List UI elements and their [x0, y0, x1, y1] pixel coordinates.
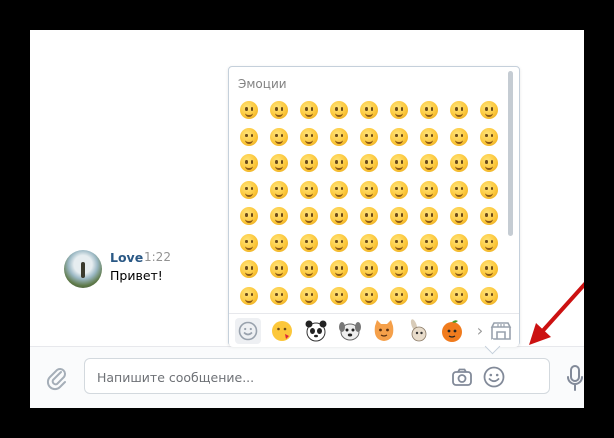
paperclip-icon[interactable]	[44, 365, 70, 391]
sticker-cat-icon[interactable]	[371, 318, 397, 344]
camera-icon[interactable]	[451, 366, 473, 388]
emoji-item[interactable]	[360, 101, 378, 119]
emoji-item[interactable]	[300, 207, 318, 225]
tab-emoji[interactable]	[235, 318, 261, 344]
emoji-item[interactable]	[390, 286, 408, 305]
emoji-item[interactable]	[330, 260, 348, 278]
sticker-store-icon[interactable]	[489, 320, 513, 342]
emoji-item[interactable]	[480, 101, 498, 119]
emoji-item[interactable]	[270, 260, 288, 278]
emoji-item[interactable]	[390, 154, 408, 172]
emoji-item[interactable]	[420, 127, 438, 146]
emoji-item[interactable]	[450, 260, 468, 278]
emoji-item[interactable]	[240, 207, 258, 225]
emoji-item[interactable]	[390, 101, 408, 119]
emoji-item[interactable]	[270, 233, 288, 252]
tabs-scroll-right-icon[interactable]: ›	[474, 318, 486, 344]
emoji-item[interactable]	[420, 154, 438, 172]
emoji-item[interactable]	[480, 260, 498, 278]
emoji-item[interactable]	[420, 101, 438, 119]
emoji-item[interactable]	[330, 207, 348, 225]
emoji-item[interactable]	[450, 207, 468, 225]
emoji-item[interactable]	[300, 154, 318, 172]
emoji-item[interactable]	[480, 127, 498, 146]
emoji-item[interactable]	[300, 286, 318, 305]
emoji-item[interactable]	[450, 286, 468, 305]
emoji-item[interactable]	[240, 233, 258, 252]
message-input-field[interactable]	[84, 358, 550, 395]
emoji-item[interactable]	[420, 180, 438, 199]
emoji-item[interactable]	[330, 127, 348, 146]
emoji-item[interactable]	[330, 154, 348, 172]
smile-outline-icon	[238, 321, 258, 341]
emoji-item[interactable]	[480, 154, 498, 172]
emoji-item[interactable]	[450, 101, 468, 119]
emoji-item[interactable]	[240, 286, 258, 305]
sticker-kiss-icon[interactable]	[269, 318, 295, 344]
emoji-item[interactable]	[360, 260, 378, 278]
emoji-item[interactable]	[300, 260, 318, 278]
emoji-item[interactable]	[360, 127, 378, 146]
emoji-item[interactable]	[450, 233, 468, 252]
emoji-item[interactable]	[360, 233, 378, 252]
emoji-item[interactable]	[270, 101, 288, 119]
emoji-item[interactable]	[390, 233, 408, 252]
emoji-item[interactable]	[270, 127, 288, 146]
sticker-dog-icon[interactable]	[337, 318, 363, 344]
emoji-item[interactable]	[330, 233, 348, 252]
emoji-tabs: ›	[229, 313, 519, 347]
emoji-item[interactable]	[420, 260, 438, 278]
emoji-item[interactable]	[240, 260, 258, 278]
emoji-item[interactable]	[270, 286, 288, 305]
emoji-item[interactable]	[270, 180, 288, 199]
message-input[interactable]	[95, 359, 439, 395]
emoji-item[interactable]	[330, 180, 348, 199]
emoji-item[interactable]	[360, 154, 378, 172]
emoji-item[interactable]	[300, 180, 318, 199]
emoji-panel: Эмоции ›	[228, 66, 520, 347]
emoji-item[interactable]	[300, 101, 318, 119]
emoji-item[interactable]	[480, 286, 498, 305]
emoji-item[interactable]	[330, 286, 348, 305]
emoji-item[interactable]	[450, 127, 468, 146]
emoji-button-icon[interactable]	[482, 365, 506, 389]
emoji-item[interactable]	[330, 101, 348, 119]
emoji-item[interactable]	[480, 207, 498, 225]
emoji-item[interactable]	[390, 207, 408, 225]
emoji-item[interactable]	[240, 127, 258, 146]
message-time[interactable]: 1:22	[144, 250, 171, 264]
emoji-item[interactable]	[390, 127, 408, 146]
emoji-panel-title: Эмоции	[238, 77, 287, 91]
emoji-item[interactable]	[390, 260, 408, 278]
emoji-item[interactable]	[240, 154, 258, 172]
emoji-item[interactable]	[300, 233, 318, 252]
emoji-item[interactable]	[360, 207, 378, 225]
emoji-item[interactable]	[390, 180, 408, 199]
chat-window: Love 1:22 Привет! Эмоции	[30, 30, 584, 408]
sticker-rabbit-icon[interactable]	[405, 318, 431, 344]
emoji-item[interactable]	[420, 286, 438, 305]
scrollbar[interactable]	[508, 71, 513, 236]
emoji-item[interactable]	[480, 233, 498, 252]
emoji-item[interactable]	[420, 207, 438, 225]
emoji-item[interactable]	[240, 180, 258, 199]
emoji-item[interactable]	[420, 233, 438, 252]
compose-bar	[30, 346, 584, 408]
emoji-item[interactable]	[300, 127, 318, 146]
message-author[interactable]: Love	[110, 250, 143, 265]
avatar[interactable]	[64, 250, 102, 288]
red-arrow-annotation-icon	[529, 282, 584, 345]
emoji-item[interactable]	[450, 154, 468, 172]
emoji-item[interactable]	[240, 101, 258, 119]
emoji-item[interactable]	[480, 180, 498, 199]
emoji-item[interactable]	[270, 207, 288, 225]
microphone-icon[interactable]	[566, 364, 584, 392]
message-text: Привет!	[110, 268, 163, 283]
emoji-item[interactable]	[360, 180, 378, 199]
emoji-item[interactable]	[270, 154, 288, 172]
sticker-panda-icon[interactable]	[303, 318, 329, 344]
emoji-item[interactable]	[450, 180, 468, 199]
sticker-orange-icon[interactable]	[439, 318, 465, 344]
emoji-item[interactable]	[360, 286, 378, 305]
